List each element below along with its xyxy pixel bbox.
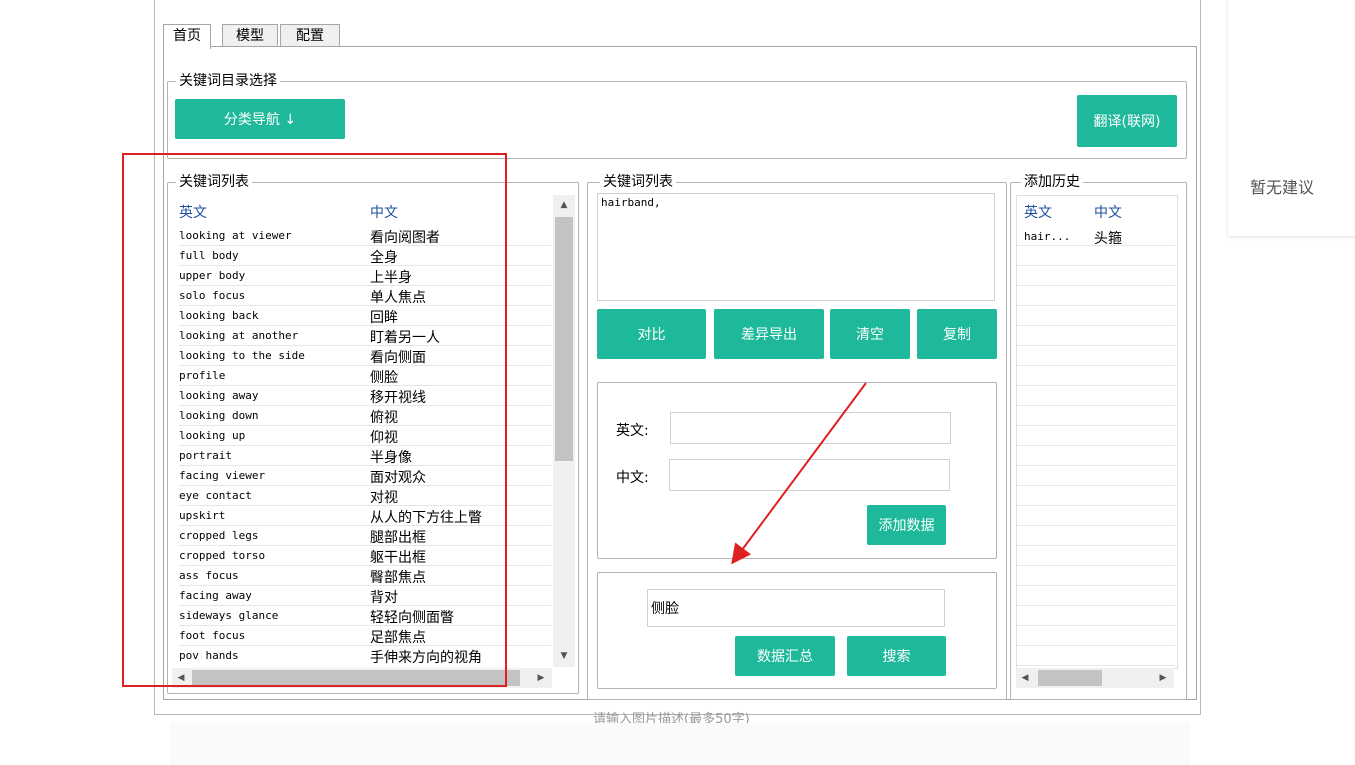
tab-config[interactable]: 配置 bbox=[280, 24, 340, 47]
history-row[interactable] bbox=[1017, 526, 1175, 546]
history-row[interactable] bbox=[1017, 426, 1175, 446]
history-col-zh: 中文 bbox=[1094, 205, 1122, 221]
history-scroll-right-icon[interactable]: ▶ bbox=[1156, 670, 1170, 686]
history-row[interactable] bbox=[1017, 606, 1175, 626]
history-row[interactable] bbox=[1017, 326, 1175, 346]
history-list: 英文 中文 hair... 头箍 bbox=[1016, 195, 1178, 669]
clear-button[interactable]: 清空 bbox=[830, 309, 910, 359]
compare-button[interactable]: 对比 bbox=[597, 309, 706, 359]
keyword-list-vscrollbar[interactable]: ▲ ▼ bbox=[553, 195, 575, 667]
history-hscrollbar[interactable]: ◀ ▶ bbox=[1016, 668, 1174, 688]
history-row[interactable] bbox=[1017, 306, 1175, 326]
scroll-thumb[interactable] bbox=[555, 217, 573, 461]
zh-label: 中文: bbox=[616, 470, 649, 486]
history-row[interactable] bbox=[1017, 246, 1175, 266]
history-hscroll-thumb[interactable] bbox=[1038, 670, 1102, 686]
annotation-arrow bbox=[731, 382, 867, 565]
history-row[interactable] bbox=[1017, 386, 1175, 406]
tab-home[interactable]: 首页 bbox=[163, 24, 211, 49]
history-row[interactable] bbox=[1017, 406, 1175, 426]
history-row[interactable] bbox=[1017, 266, 1175, 286]
history-col-en: 英文 bbox=[1024, 205, 1052, 221]
history-row[interactable] bbox=[1017, 286, 1175, 306]
history-row[interactable] bbox=[1017, 626, 1175, 646]
search-input[interactable]: 侧脸 bbox=[647, 589, 945, 627]
catalog-group-title: 关键词目录选择 bbox=[176, 73, 280, 89]
en-label: 英文: bbox=[616, 423, 649, 439]
history-title: 添加历史 bbox=[1021, 174, 1083, 190]
tab-model[interactable]: 模型 bbox=[222, 24, 278, 47]
history-row[interactable] bbox=[1017, 506, 1175, 526]
history-zh: 头箍 bbox=[1094, 231, 1122, 247]
scroll-right-icon[interactable]: ▶ bbox=[534, 670, 548, 686]
data-summary-button[interactable]: 数据汇总 bbox=[735, 636, 835, 676]
history-row[interactable] bbox=[1017, 566, 1175, 586]
article-area bbox=[170, 723, 1190, 765]
selected-keywords-textarea[interactable]: hairband, bbox=[597, 193, 995, 301]
translate-button[interactable]: 翻译(联网) bbox=[1077, 95, 1177, 147]
selected-keywords-title: 关键词列表 bbox=[600, 174, 676, 190]
history-row[interactable] bbox=[1017, 446, 1175, 466]
history-row[interactable] bbox=[1017, 546, 1175, 566]
history-row[interactable] bbox=[1017, 346, 1175, 366]
scroll-up-icon[interactable]: ▲ bbox=[556, 197, 572, 213]
search-button[interactable]: 搜索 bbox=[847, 636, 946, 676]
category-nav-button[interactable]: 分类导航 ↓ bbox=[175, 99, 345, 139]
history-row[interactable] bbox=[1017, 646, 1175, 666]
scroll-down-icon[interactable]: ▼ bbox=[556, 648, 572, 664]
history-en: hair... bbox=[1024, 230, 1071, 243]
history-row[interactable]: hair... 头箍 bbox=[1017, 226, 1175, 247]
history-row[interactable] bbox=[1017, 486, 1175, 506]
history-row[interactable] bbox=[1017, 366, 1175, 386]
export-diff-button[interactable]: 差异导出 bbox=[714, 309, 824, 359]
suggestion-card: 暂无建议 bbox=[1228, 0, 1355, 236]
copy-button[interactable]: 复制 bbox=[917, 309, 997, 359]
history-row[interactable] bbox=[1017, 466, 1175, 486]
highlight-box bbox=[122, 153, 507, 687]
history-scroll-left-icon[interactable]: ◀ bbox=[1018, 670, 1032, 686]
history-row[interactable] bbox=[1017, 586, 1175, 606]
suggestion-text: 暂无建议 bbox=[1250, 178, 1315, 197]
